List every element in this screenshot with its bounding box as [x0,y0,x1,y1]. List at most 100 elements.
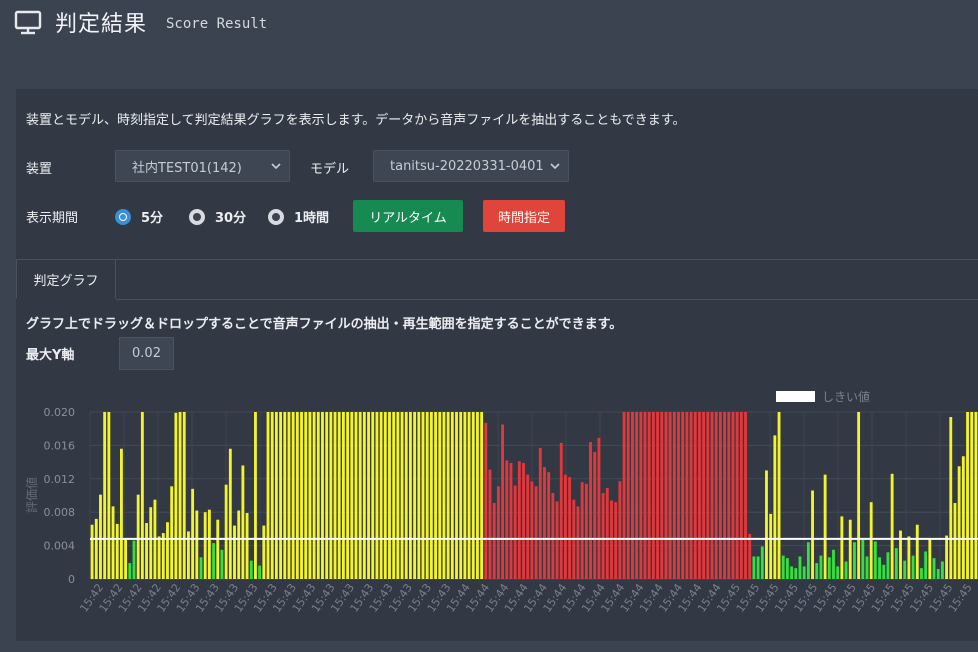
bar[interactable] [932,558,936,579]
bar[interactable] [836,566,840,579]
bar[interactable] [446,412,450,579]
bar[interactable] [182,412,186,579]
bar[interactable] [245,513,249,579]
bar[interactable] [589,442,592,579]
bar[interactable] [869,502,873,579]
bar[interactable] [798,556,802,579]
bar[interactable] [555,501,559,579]
bar[interactable] [379,412,383,579]
bar[interactable] [647,412,651,579]
bar[interactable] [329,412,333,579]
bar[interactable] [476,412,479,579]
bar[interactable] [882,564,886,579]
bar[interactable] [224,484,228,579]
bar[interactable] [551,492,555,579]
bar[interactable] [907,536,911,579]
bar[interactable] [212,543,215,579]
bar[interactable] [643,412,647,579]
bar[interactable] [819,555,823,579]
bar[interactable] [605,487,609,579]
bar[interactable] [199,557,203,579]
bar[interactable] [161,533,165,579]
bar[interactable] [890,473,894,579]
bar[interactable] [99,494,102,579]
realtime-button[interactable]: リアルタイム [353,200,463,232]
period-option-30min[interactable]: 30分 [189,207,246,226]
period-option-5min[interactable]: 5分 [115,207,163,226]
bar[interactable] [388,412,391,579]
bar[interactable] [166,522,169,579]
bar[interactable] [203,512,207,579]
bar[interactable] [513,485,517,579]
bar[interactable] [811,490,814,579]
bar[interactable] [631,412,634,579]
ymax-input[interactable]: 0.02 [119,337,174,370]
bar[interactable] [254,412,257,579]
bar[interactable] [543,467,546,579]
bar[interactable] [827,557,831,579]
bar[interactable] [903,560,907,579]
bar[interactable] [773,435,777,579]
bar[interactable] [563,474,567,579]
bar[interactable] [145,523,148,579]
bar[interactable] [940,561,944,579]
bar[interactable] [316,412,320,579]
bar[interactable] [262,525,266,579]
bar[interactable] [425,412,429,579]
bar[interactable] [790,566,794,579]
bar[interactable] [966,412,969,579]
bar[interactable] [220,549,224,579]
bar[interactable] [698,412,701,579]
bar[interactable] [496,486,500,579]
bar[interactable] [656,412,659,579]
bar[interactable] [681,412,685,579]
bar[interactable] [899,530,902,579]
bar[interactable] [844,561,848,579]
bar[interactable] [195,510,199,579]
bar[interactable] [559,442,563,579]
bar[interactable] [777,412,781,579]
bar[interactable] [710,412,714,579]
bar[interactable] [484,422,488,579]
bar[interactable] [103,412,107,579]
bar[interactable] [312,412,316,579]
bar[interactable] [442,412,446,579]
bar[interactable] [677,412,680,579]
bar[interactable] [823,474,827,579]
bar[interactable] [853,542,856,579]
bar[interactable] [601,492,605,579]
bar[interactable] [421,412,425,579]
bar[interactable] [128,563,132,579]
bar[interactable] [191,488,195,579]
bar[interactable] [744,412,747,579]
bar[interactable] [626,412,630,579]
bar[interactable] [949,417,953,579]
bar[interactable] [953,503,957,579]
bar[interactable] [584,483,588,579]
bar[interactable] [429,412,433,579]
bar[interactable] [287,412,291,579]
bar[interactable] [136,494,140,579]
bar[interactable] [308,412,312,579]
bar[interactable] [894,548,898,579]
bar[interactable] [735,412,739,579]
bar[interactable] [283,412,287,579]
bar[interactable] [714,412,718,579]
radio-icon[interactable] [268,208,284,225]
bar[interactable] [438,412,442,579]
bar[interactable] [501,424,505,579]
bar[interactable] [471,412,475,579]
model-select[interactable]: tanitsu-20220331-0401 [373,150,569,182]
bar[interactable] [945,535,949,579]
bar[interactable] [140,412,144,579]
bar[interactable] [689,412,693,579]
bar[interactable] [924,551,928,579]
bar[interactable] [920,568,923,579]
bar[interactable] [505,460,509,579]
bar[interactable] [668,412,672,579]
bar[interactable] [417,412,421,579]
bar[interactable] [848,519,852,579]
bar[interactable] [635,412,639,579]
bar[interactable] [530,481,534,579]
bar[interactable] [325,412,329,579]
